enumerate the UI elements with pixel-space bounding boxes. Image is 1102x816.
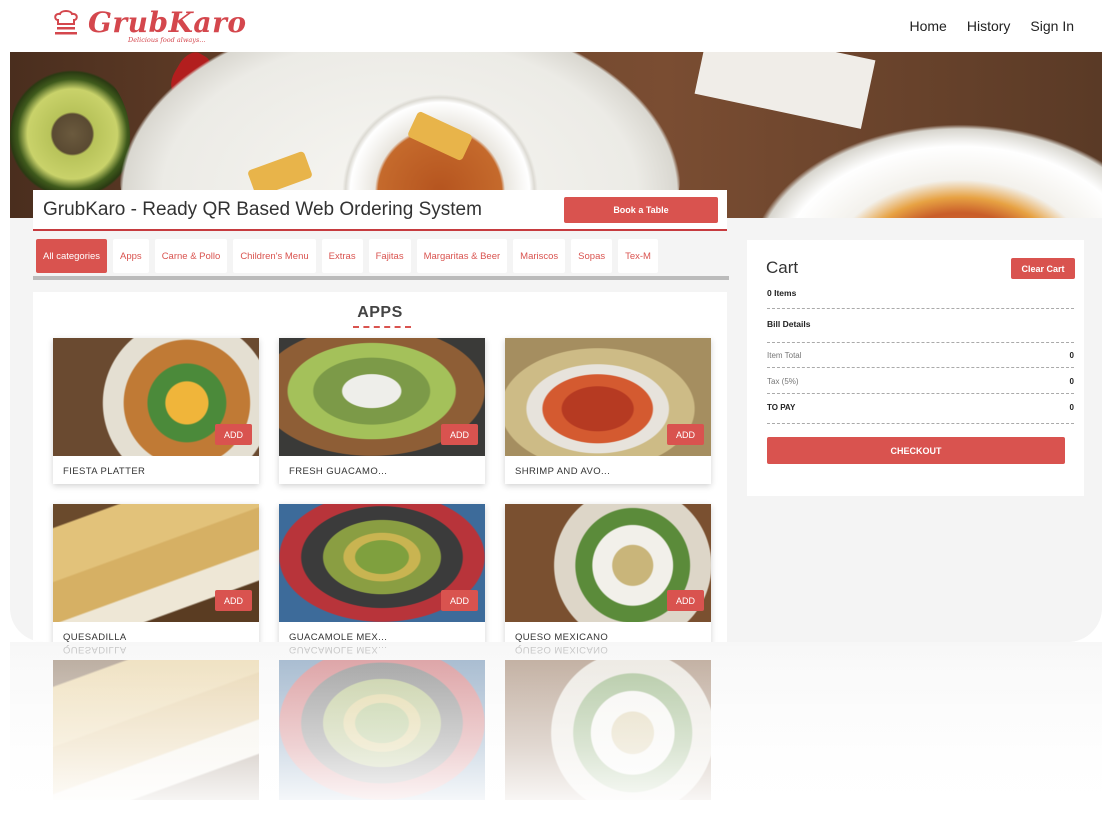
category-tabs[interactable]: All categories Apps Carne & Pollo Childr… xyxy=(33,236,729,280)
to-pay-label: TO PAY xyxy=(767,403,796,412)
top-navbar: GrubKaro Delicious food always... Home H… xyxy=(10,0,1102,52)
category-tab-childrens-menu[interactable]: Children's Menu xyxy=(233,239,316,273)
add-to-cart-button[interactable]: ADD xyxy=(667,590,704,611)
nav-home-link[interactable]: Home xyxy=(909,18,946,34)
category-tab-fajitas[interactable]: Fajitas xyxy=(368,239,411,273)
category-tab-apps[interactable]: Apps xyxy=(113,239,149,273)
add-to-cart-button[interactable]: ADD xyxy=(667,424,704,445)
to-pay-value: 0 xyxy=(1069,403,1074,412)
item-total-row: Item Total 0 xyxy=(767,351,1074,360)
bill-details-heading: Bill Details xyxy=(767,319,811,329)
chef-hat-icon xyxy=(54,10,78,35)
category-tab-sopas[interactable]: Sopas xyxy=(571,239,613,273)
screen-reflection: QUESADILLA GUACAMOLE MEX... QUESO MEXICA… xyxy=(10,642,1102,816)
menu-item-card[interactable]: ADD FRESH GUACAMO... xyxy=(279,338,485,484)
book-table-button[interactable]: Book a Table xyxy=(564,196,718,223)
section-title: APPS xyxy=(357,304,403,321)
menu-item-card[interactable]: ADD QUESO MEXICANO xyxy=(505,504,711,642)
add-to-cart-button[interactable]: ADD xyxy=(441,590,478,611)
main-nav: Home History Sign In xyxy=(909,18,1074,34)
divider xyxy=(767,393,1074,394)
menu-item-name: QUESADILLA xyxy=(63,632,127,642)
rice-plate-decoration xyxy=(730,112,1102,218)
divider xyxy=(767,342,1074,343)
tax-label: Tax (5%) xyxy=(767,377,799,386)
menu-item-card[interactable]: ADD QUESADILLA xyxy=(53,504,259,642)
brand-name: GrubKaro xyxy=(88,6,247,39)
category-tab-extras[interactable]: Extras xyxy=(321,239,363,273)
tax-row: Tax (5%) 0 xyxy=(767,377,1074,386)
brand-tagline: Delicious food always... xyxy=(128,36,206,44)
category-tab-carne-pollo[interactable]: Carne & Pollo xyxy=(154,239,228,273)
page-title: GrubKaro - Ready QR Based Web Ordering S… xyxy=(43,198,482,220)
menu-item-card[interactable]: ADD FIESTA PLATTER xyxy=(53,338,259,484)
checkout-button[interactable]: CHECKOUT xyxy=(767,437,1065,464)
category-tab-mariscos[interactable]: Mariscos xyxy=(513,239,566,273)
menu-section: APPS ADD FIESTA PLATTER ADD FRESH GUACAM… xyxy=(33,292,727,642)
menu-item-name: QUESO MEXICANO xyxy=(515,632,609,642)
tax-value: 0 xyxy=(1069,377,1074,386)
menu-item-card[interactable]: ADD GUACAMOLE MEX... xyxy=(279,504,485,642)
item-total-value: 0 xyxy=(1069,351,1074,360)
divider xyxy=(767,423,1074,424)
cart-panel: Cart Clear Cart 0 Items Bill Details Ite… xyxy=(747,240,1084,496)
cart-items-count: 0 Items xyxy=(767,288,797,298)
category-tab-all[interactable]: All categories xyxy=(36,239,108,273)
menu-item-name: FRESH GUACAMO... xyxy=(289,466,388,477)
nav-sign-in-link[interactable]: Sign In xyxy=(1030,18,1074,34)
menu-item-name: SHRIMP AND AVO... xyxy=(515,466,611,477)
category-tab-margaritas-beer[interactable]: Margaritas & Beer xyxy=(416,239,508,273)
section-title-underline xyxy=(353,326,411,328)
cart-title: Cart xyxy=(766,258,799,277)
napkin-decoration xyxy=(694,52,876,129)
app-frame: GrubKaro Delicious food always... Home H… xyxy=(10,0,1102,642)
menu-item-name: FIESTA PLATTER xyxy=(63,466,146,477)
menu-item-card[interactable]: ADD SHRIMP AND AVO... xyxy=(505,338,711,484)
divider xyxy=(767,367,1074,368)
page-title-bar: GrubKaro - Ready QR Based Web Ordering S… xyxy=(33,190,727,231)
brand-logo[interactable]: GrubKaro Delicious food always... xyxy=(52,8,247,44)
reflection-fade xyxy=(10,642,1102,816)
item-total-label: Item Total xyxy=(767,351,802,360)
add-to-cart-button[interactable]: ADD xyxy=(441,424,478,445)
add-to-cart-button[interactable]: ADD xyxy=(215,424,252,445)
clear-cart-button[interactable]: Clear Cart xyxy=(1011,258,1075,279)
category-tab-tex-mex[interactable]: Tex-M xyxy=(618,239,658,273)
add-to-cart-button[interactable]: ADD xyxy=(215,590,252,611)
divider xyxy=(767,308,1074,309)
menu-item-name: GUACAMOLE MEX... xyxy=(289,632,388,642)
nav-history-link[interactable]: History xyxy=(967,18,1011,34)
to-pay-row: TO PAY 0 xyxy=(767,403,1074,412)
